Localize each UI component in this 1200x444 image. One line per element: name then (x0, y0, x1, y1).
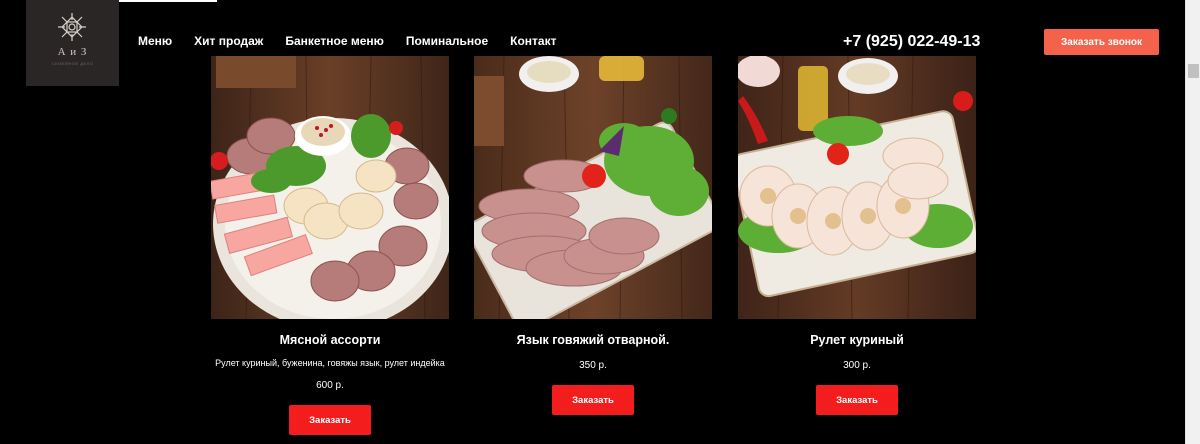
page-scrollbar[interactable] (1185, 0, 1200, 444)
product-card: Рулет куриный 300 р. Заказать (738, 56, 976, 415)
nav-item-bestsellers[interactable]: Хит продаж (194, 34, 263, 48)
callback-button[interactable]: Заказать звонок (1044, 29, 1159, 55)
nav-item-memorial[interactable]: Поминальное (406, 34, 488, 48)
logo[interactable]: А и З СЕМЕЙНОЕ ДЕЛО (26, 0, 119, 86)
order-button[interactable]: Заказать (816, 385, 898, 415)
product-card: Язык говяжий отварной. 350 р. Заказать (474, 56, 712, 415)
product-title: Мясной ассорти (279, 333, 381, 347)
logo-text: А и З (57, 46, 88, 58)
nav-item-contact[interactable]: Контакт (510, 34, 556, 48)
product-card: Мясной ассорти Рулет куриный, буженина, … (211, 56, 449, 435)
product-price: 600 р. (316, 380, 344, 391)
order-button[interactable]: Заказать (289, 405, 371, 435)
product-price: 300 р. (843, 360, 871, 371)
scrollbar-thumb[interactable] (1188, 64, 1199, 78)
product-photo-meat-platter (211, 56, 449, 319)
phone-number[interactable]: +7 (925) 022-49-13 (843, 33, 980, 51)
nav-item-menu[interactable]: Меню (138, 34, 172, 48)
product-title: Язык говяжий отварной. (516, 333, 670, 347)
product-photo-beef-tongue (474, 56, 712, 319)
product-price: 350 р. (579, 360, 607, 371)
nav-item-banquet[interactable]: Банкетное меню (285, 34, 384, 48)
order-button[interactable]: Заказать (552, 385, 634, 415)
main-nav: Меню Хит продаж Банкетное меню Поминальн… (138, 34, 578, 48)
product-description: Рулет куриный, буженина, говяжы язык, ру… (215, 358, 445, 368)
ornament-icon (58, 13, 86, 41)
product-photo-chicken-roll (738, 56, 976, 319)
product-title: Рулет куриный (810, 333, 904, 347)
logo-subtitle: СЕМЕЙНОЕ ДЕЛО (51, 61, 94, 66)
